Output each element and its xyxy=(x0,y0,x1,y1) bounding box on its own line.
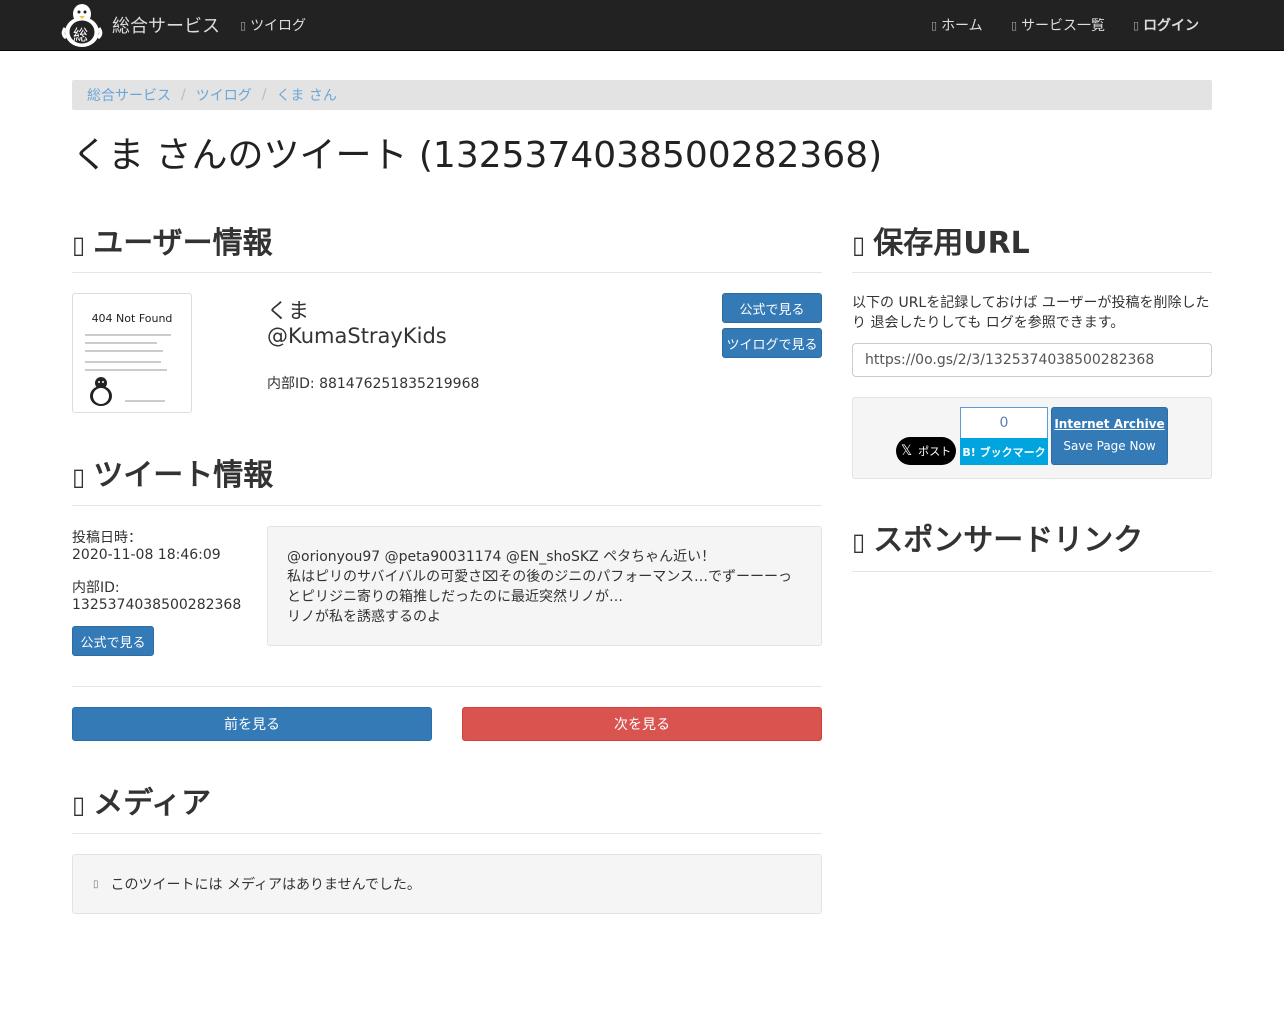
no-media-notice: ▯ このツイートには メディアはありませんでした。 xyxy=(72,854,822,914)
ia-subtitle: Save Page Now xyxy=(1063,439,1156,453)
tweet-id-label: 内部ID: xyxy=(72,580,120,596)
logo-char: 総 xyxy=(73,26,89,44)
breadcrumb: 総合サービス / ツイログ / くま さん xyxy=(72,80,1212,110)
save-url-heading-text: 保存用URL xyxy=(873,226,1030,261)
link-icon: ▯ xyxy=(852,528,866,556)
login-icon: ▯ xyxy=(1133,18,1140,32)
avatar-text-line xyxy=(85,334,171,336)
sponsor-heading-text: スポンサードリンク xyxy=(873,523,1144,558)
tweet-official-button[interactable]: 公式で見る xyxy=(72,626,154,656)
comment-icon: ▯ xyxy=(72,463,86,491)
brand-text: 総合サービス xyxy=(112,16,220,37)
save-url-input[interactable] xyxy=(852,343,1212,377)
user-tweetlog-button[interactable]: ツイログで見る xyxy=(722,328,822,358)
list-icon: ▯ xyxy=(1011,18,1018,32)
divider xyxy=(72,272,822,273)
save-url-description: 以下の URLを記録しておけば ユーザーが投稿を削除したり 退会したりしても ロ… xyxy=(852,295,1210,331)
tweet-info-heading-text: ツイート情報 xyxy=(93,458,274,493)
sponsor-heading: ▯ スポンサードリンク xyxy=(852,515,1143,559)
twitter-icon: ▯ xyxy=(240,18,247,32)
breadcrumb-separator: / xyxy=(181,87,186,103)
nav-home[interactable]: ▯ ホーム xyxy=(931,0,983,50)
brand-link[interactable]: 総 総合サービス xyxy=(60,0,220,50)
posted-value: 2020-11-08 18:46:09 xyxy=(72,547,221,563)
user-info-heading-text: ユーザー情報 xyxy=(93,226,273,261)
next-tweet-button[interactable]: 次を見る xyxy=(462,707,822,741)
tweet-text-line: リノが私を誘惑するのよ xyxy=(287,609,441,625)
nav-service-list-label: サービス一覧 xyxy=(1021,18,1106,34)
media-heading: ▯ メディア xyxy=(72,778,211,822)
top-navbar: 総 総合サービス ▯ ツイログ ▯ ホーム ▯ サービス一覧 ▯ ログイン xyxy=(0,0,1284,51)
hatena-count: 0 xyxy=(960,407,1048,438)
breadcrumb-item-tweetlog[interactable]: ツイログ xyxy=(196,85,252,105)
home-icon: ▯ xyxy=(931,18,938,32)
nav-home-label: ホーム xyxy=(941,18,983,34)
divider xyxy=(852,272,1212,273)
penguin-logo-icon: 総 xyxy=(60,2,104,48)
nav-tweetlog[interactable]: ▯ ツイログ xyxy=(240,0,306,50)
nav-service-list[interactable]: ▯ サービス一覧 xyxy=(1011,0,1105,50)
nav-login-label: ログイン xyxy=(1143,18,1200,34)
x-logo-icon: 𝕏 xyxy=(900,443,913,459)
avatar-penguin-icon xyxy=(87,376,115,410)
page-title: くま さんのツイート (1325374038500282368) xyxy=(72,135,883,176)
prev-tweet-button[interactable]: 前を見る xyxy=(72,707,432,741)
avatar: 404 Not Found xyxy=(72,293,192,413)
breadcrumb-separator: / xyxy=(261,87,267,103)
divider xyxy=(852,571,1212,572)
tweet-text-box: @orionyou97 @peta90031174 @EN_shoSKZ ペタち… xyxy=(267,526,822,646)
posted-label: 投稿日時： xyxy=(72,530,142,546)
bookmark-icon: ▯ xyxy=(852,231,866,259)
nav-tweetlog-label: ツイログ xyxy=(250,18,307,34)
user-official-button[interactable]: 公式で見る xyxy=(722,293,822,323)
no-media-message: このツイートには メディアはありませんでした。 xyxy=(110,877,421,893)
divider xyxy=(72,833,822,834)
tweet-text-line: 私はピリのサバイバルの可愛さ⌧その後のジニのパフォーマンス…でずーーーっ xyxy=(287,569,793,585)
user-name: くま xyxy=(267,299,309,323)
x-share-button[interactable]: 𝕏 ポスト xyxy=(896,437,956,465)
ia-title: Internet Archive xyxy=(1054,417,1165,431)
avatar-text-line xyxy=(85,361,161,363)
avatar-text-line xyxy=(85,342,157,344)
divider xyxy=(72,686,822,687)
avatar-text-line xyxy=(85,350,163,352)
hatena-label: B! ブックマーク xyxy=(960,438,1048,465)
breadcrumb-item-home[interactable]: 総合サービス xyxy=(87,85,171,105)
avatar-text-line xyxy=(125,400,165,402)
internet-archive-button[interactable]: Internet Archive Save Page Now xyxy=(1051,407,1168,465)
info-icon: ▯ xyxy=(93,878,99,890)
save-url-heading: ▯ 保存用URL xyxy=(852,218,1030,262)
user-icon: ▯ xyxy=(72,231,86,259)
hatena-bookmark-button[interactable]: 0 B! ブックマーク xyxy=(960,407,1048,465)
divider xyxy=(72,505,822,506)
x-share-label: ポスト xyxy=(918,445,952,458)
picture-icon: ▯ xyxy=(72,791,86,819)
tweet-id-value: 1325374038500282368 xyxy=(72,597,242,613)
tweet-text-line: @orionyou97 @peta90031174 @EN_shoSKZ ペタち… xyxy=(287,549,716,565)
user-info-heading: ▯ ユーザー情報 xyxy=(72,218,273,262)
user-handle: @KumaStrayKids xyxy=(267,324,447,348)
tweet-info-heading: ▯ ツイート情報 xyxy=(72,450,273,494)
avatar-text-line xyxy=(85,369,167,371)
breadcrumb-item-user[interactable]: くま さん xyxy=(276,85,336,105)
avatar-title: 404 Not Found xyxy=(91,312,173,325)
tweet-text-line: とピリジニ寄りの箱推しだったのに最近突然リノが… xyxy=(287,589,623,605)
nav-login[interactable]: ▯ ログイン xyxy=(1133,0,1199,50)
user-internal-id: 内部ID: 881476251835219968 xyxy=(267,376,480,392)
media-heading-text: メディア xyxy=(93,786,212,821)
